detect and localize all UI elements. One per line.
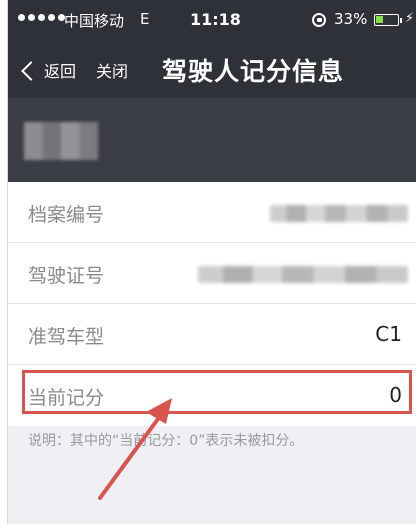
- row-value: C1: [375, 322, 402, 346]
- battery-level-fill: [376, 16, 383, 23]
- list-item-vehicle-class: 准驾车型 C1: [8, 304, 416, 365]
- redacted-value: [270, 205, 408, 222]
- back-label: 返回: [44, 62, 77, 81]
- status-bar: 中国移动 E 11:18 33% ⚡: [8, 0, 416, 40]
- list-item-license-number: 驾驶证号: [8, 243, 416, 304]
- redacted-value: [198, 266, 408, 283]
- info-list: 档案编号 驾驶证号 准驾车型 C1 当前记分 0: [8, 182, 416, 426]
- row-label: 当前记分: [28, 387, 105, 409]
- row-value: 0: [389, 383, 402, 407]
- battery-tip: [400, 18, 402, 23]
- network-type: E: [140, 10, 150, 28]
- back-button[interactable]: 返回: [21, 58, 77, 82]
- row-label: 准驾车型: [28, 326, 105, 348]
- list-item-current-points: 当前记分 0: [8, 365, 416, 426]
- close-button[interactable]: 关闭: [96, 58, 128, 82]
- carrier-name: 中国移动: [64, 12, 125, 30]
- navigation-bar: 返回 关闭 驾驶人记分信息: [8, 40, 416, 98]
- signal-strength-icon: [18, 14, 65, 21]
- explanation-note: 说明：其中的“当前记分：0”表示未被扣分。: [28, 433, 304, 449]
- background-page-edge-right: [416, 0, 420, 524]
- chevron-left-icon: [21, 60, 41, 81]
- redacted-name: [24, 122, 98, 160]
- row-label: 档案编号: [28, 204, 105, 226]
- page-title: 驾驶人记分信息: [162, 57, 345, 86]
- battery-icon: [374, 14, 399, 26]
- profile-header: [8, 98, 416, 182]
- background-page-edge: [0, 0, 8, 524]
- rotation-lock-icon: [312, 13, 326, 27]
- phone-screen: 中国移动 E 11:18 33% ⚡ 返回 关闭 驾驶人记分信息 档案编号 驾驶…: [8, 0, 416, 524]
- status-time: 11:18: [190, 10, 241, 29]
- list-item-file-number: 档案编号: [8, 182, 416, 243]
- battery-percent: 33%: [334, 10, 368, 28]
- charging-bolt-icon: ⚡: [405, 11, 415, 26]
- row-label: 驾驶证号: [28, 265, 105, 287]
